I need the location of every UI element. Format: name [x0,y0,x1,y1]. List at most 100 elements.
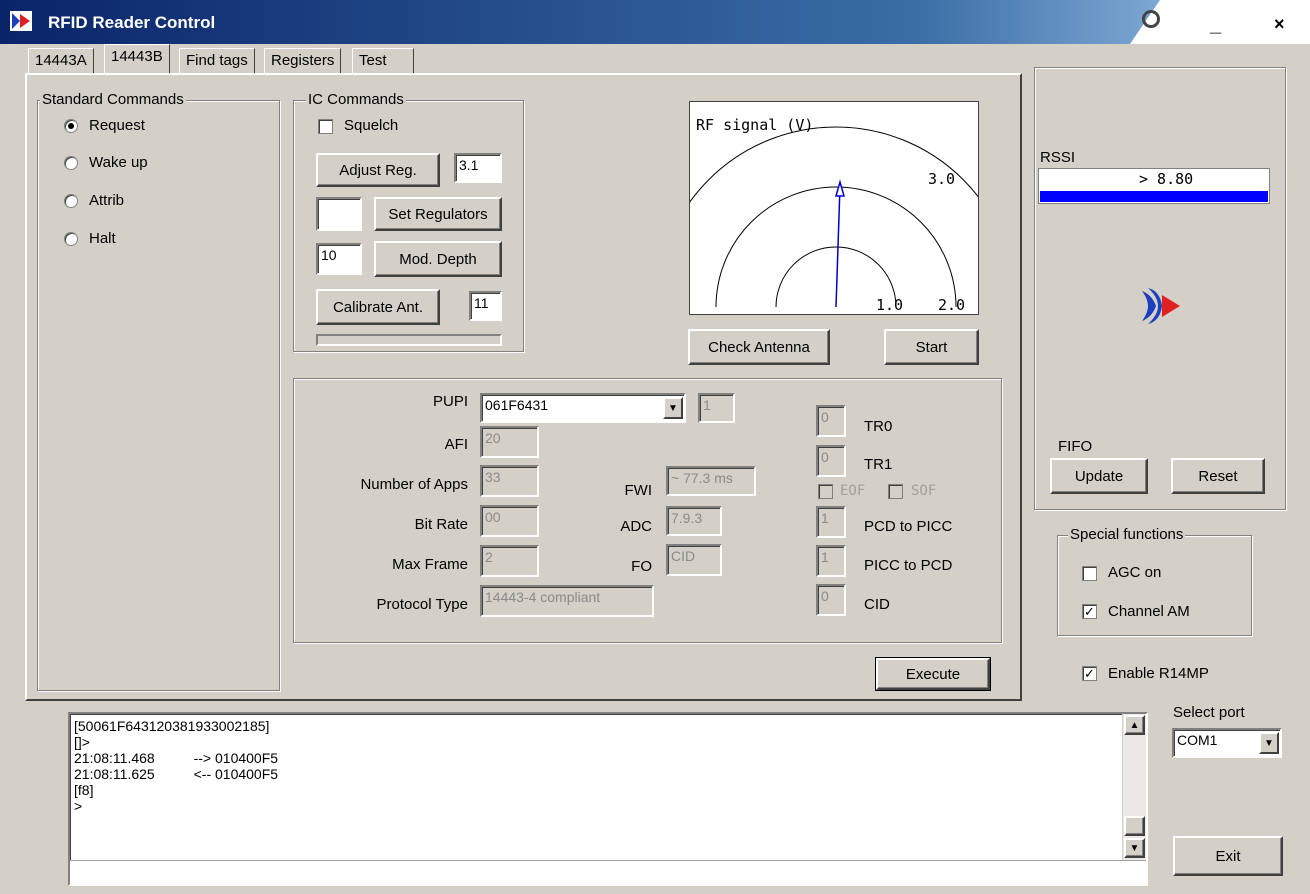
log-scrollbar[interactable]: ▲ ▼ [1122,714,1146,860]
window-title: RFID Reader Control [48,13,216,32]
close-icon[interactable]: × [1274,14,1285,35]
ring-3 [690,126,978,203]
standard-commands-title: Standard Commands [40,91,186,108]
title-bar: RFID Reader Control _ × [0,0,1310,44]
ring-label-3: 3.0 [928,170,956,188]
ring-label-2: 2.0 [938,296,966,314]
radio-halt-label: Halt [89,230,116,247]
chevron-down-icon[interactable]: ▼ [1259,732,1279,754]
max-frame-label: Max Frame [392,556,468,573]
tr0-label: TR0 [864,418,893,435]
adc-label: ADC [620,518,652,535]
squelch-checkbox[interactable] [318,119,333,134]
log-line: [50061F643120381933002185] [74,718,270,734]
set-regulators-button[interactable]: Set Regulators [374,197,502,231]
set-regulators-input[interactable] [316,197,362,231]
scroll-thumb[interactable] [1124,816,1145,836]
minimize-icon[interactable]: _ [1210,14,1221,37]
calibrate-progress-bar [316,334,502,346]
cid-label: CID [864,596,890,613]
fifo-reset-button[interactable]: Reset [1171,458,1265,494]
bit-rate-label: Bit Rate [414,516,468,533]
pupi-index: 1 [698,393,735,423]
tab-registers[interactable]: Registers [264,48,342,74]
log-line: 21:08:11.625 <-- 010400F5 [74,766,279,782]
picc-to-pcd-value: 1 [816,545,846,577]
log-line: > [74,798,83,814]
rf-vector-arrowhead [835,179,845,197]
sof-label: SOF [911,483,937,499]
number-of-apps-value: 33 [480,465,539,497]
log-line: []> [74,734,90,750]
protocol-type-label: Protocol Type [376,596,468,613]
command-input[interactable] [70,860,1146,884]
enable-r14mp-label: Enable R14MP [1108,665,1209,682]
tab-find-tags[interactable]: Find tags [179,48,255,74]
exit-button[interactable]: Exit [1173,836,1283,876]
fwi-label: FWI [624,482,653,499]
log-line: 21:08:11.468 --> 010400F5 [74,750,279,766]
ring-label-1: 1.0 [876,296,904,314]
rfid-logo-icon [10,11,32,31]
help-icon[interactable] [1142,10,1160,28]
special-functions-title: Special functions [1068,526,1186,543]
adjust-reg-value: 3.1 [454,153,502,183]
tr1-label: TR1 [864,456,893,473]
pupi-select[interactable]: 061F6431 ▼ [480,393,686,423]
start-button[interactable]: Start [884,329,979,365]
cid-value: 0 [816,584,846,616]
calibrate-ant-button[interactable]: Calibrate Ant. [316,289,440,325]
sof-checkbox[interactable] [888,484,903,499]
port-select[interactable]: COM1 ▼ [1172,728,1282,758]
afi-value: 20 [480,426,539,458]
fifo-update-button[interactable]: Update [1050,458,1148,494]
channel-am-label: Channel AM [1108,603,1190,620]
agc-on-label: AGC on [1108,564,1162,581]
port-value: COM1 [1177,732,1218,748]
radio-request-label: Request [89,117,145,134]
adc-value: 7.9.3 [666,506,722,536]
number-of-apps-label: Number of Apps [360,476,468,493]
radio-attrib-label: Attrib [89,192,125,209]
radio-attrib[interactable] [64,194,78,208]
rf-vector [835,185,841,308]
log-console[interactable]: [50061F643120381933002185] []> 21:08:11.46… [68,712,1148,886]
scroll-up-icon[interactable]: ▲ [1124,715,1145,735]
rssi-label: RSSI [1040,149,1076,166]
chevron-down-icon[interactable]: ▼ [663,397,683,419]
protocol-type-value: 14443-4 compliant [480,585,654,617]
mod-depth-button[interactable]: Mod. Depth [374,241,502,277]
special-functions-group [1057,535,1252,636]
tr0-value: 0 [816,405,846,437]
eof-label: EOF [840,483,866,499]
fifo-label: FIFO [1058,438,1093,455]
execute-button[interactable]: Execute [875,657,991,691]
rssi-meter: > 8.80 [1038,168,1270,204]
tab-test[interactable]: Test [352,48,414,74]
fwi-value: ~ 77.3 ms [666,466,756,496]
rfid-logo-icon [1138,285,1182,327]
picc-to-pcd-label: PICC to PCD [864,557,953,574]
fo-value: CID [666,544,722,576]
channel-am-checkbox[interactable]: ✓ [1082,604,1097,619]
check-antenna-button[interactable]: Check Antenna [688,329,830,365]
calibrate-value: 11 [469,291,502,321]
mod-depth-input[interactable]: 10 [316,243,362,275]
enable-r14mp-checkbox[interactable]: ✓ [1082,666,1097,681]
scroll-down-icon[interactable]: ▼ [1124,838,1145,858]
radio-wake-up[interactable] [64,156,78,170]
eof-checkbox[interactable] [818,484,833,499]
tab-14443a[interactable]: 14443A [28,48,94,74]
adjust-reg-button[interactable]: Adjust Reg. [316,153,440,187]
pupi-label: PUPI [432,393,468,410]
ic-commands-title: IC Commands [306,91,406,108]
standard-commands-group [37,100,280,691]
tab-14443b[interactable]: 14443B [104,44,170,74]
rf-signal-plot: RF signal (V) 1.0 2.0 3.0 [689,101,979,315]
radio-request[interactable] [64,119,78,133]
agc-on-checkbox[interactable] [1082,566,1097,581]
rf-plot-title: RF signal (V) [696,116,814,134]
max-frame-value: 2 [480,545,539,577]
rssi-value: > 8.80 [1139,170,1194,188]
radio-halt[interactable] [64,232,78,246]
